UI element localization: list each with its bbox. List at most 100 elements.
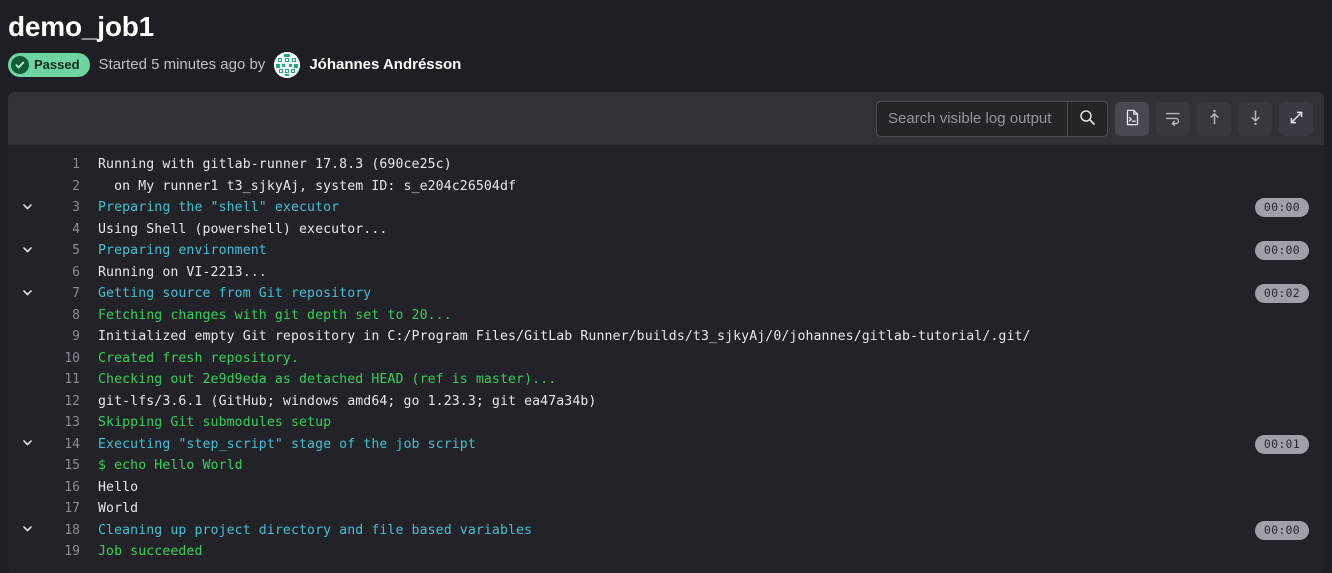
log-line-number[interactable]: 14	[46, 437, 80, 452]
log-line-7: 7 Getting source from Git repository 00:…	[8, 283, 1324, 305]
log-line-number[interactable]: 13	[46, 415, 80, 430]
avatar[interactable]	[274, 52, 301, 78]
log-line-number[interactable]: 4	[46, 222, 80, 237]
log-line-text: Job succeeded	[98, 544, 203, 560]
job-meta-row: Passed Started 5 minutes ago by Jóhannes…	[8, 52, 1332, 78]
log-line-number[interactable]: 16	[46, 480, 80, 495]
section-duration-badge: 00:01	[1254, 434, 1309, 454]
section-collapse-toggle[interactable]	[8, 197, 46, 219]
soft-wrap-button[interactable]	[1156, 101, 1190, 136]
section-collapse-toggle	[8, 348, 46, 370]
section-duration-badge: 00:00	[1254, 241, 1309, 260]
scroll-to-top-button[interactable]	[1197, 101, 1231, 136]
arrow-down-icon	[1247, 109, 1264, 129]
section-duration-badge: 00:00	[1254, 198, 1309, 217]
log-line-number[interactable]: 5	[46, 243, 80, 258]
log-line-text: World	[98, 501, 139, 517]
section-collapse-toggle	[8, 176, 46, 198]
job-user-name[interactable]: Jóhannes Andrésson	[309, 55, 461, 75]
scroll-to-bottom-button[interactable]	[1238, 101, 1272, 136]
log-line-19: 19 Job succeeded	[8, 541, 1324, 563]
log-line-number[interactable]: 1	[46, 157, 80, 172]
log-line-text: Cleaning up project directory and file b…	[98, 522, 533, 538]
log-line-text: Hello	[98, 479, 139, 495]
log-line-number[interactable]: 6	[46, 265, 80, 280]
log-line-text: Created fresh repository.	[98, 350, 299, 366]
log-line-4: 4 Using Shell (powershell) executor...	[8, 219, 1324, 241]
log-line-11: 11 Checking out 2e9d9eda as detached HEA…	[8, 369, 1324, 391]
chevron-down-icon	[21, 200, 34, 216]
expand-arrows-icon	[1288, 109, 1305, 129]
log-line-6: 6 Running on VI-2213...	[8, 262, 1324, 284]
section-collapse-toggle	[8, 326, 46, 348]
log-line-number[interactable]: 8	[46, 308, 80, 323]
log-line-number[interactable]: 19	[46, 544, 80, 559]
arrow-up-icon	[1206, 109, 1223, 129]
log-line-number[interactable]: 15	[46, 458, 80, 473]
log-line-number[interactable]: 11	[46, 372, 80, 387]
search-icon	[1079, 109, 1096, 129]
section-collapse-toggle[interactable]	[8, 240, 46, 262]
log-line-9: 9 Initialized empty Git repository in C:…	[8, 326, 1324, 348]
log-line-15: 15 $ echo Hello World	[8, 455, 1324, 477]
log-line-number[interactable]: 12	[46, 394, 80, 409]
chevron-down-icon	[21, 243, 34, 259]
section-collapse-toggle	[8, 305, 46, 327]
log-line-text: Preparing the "shell" executor	[98, 200, 340, 216]
log-line-number[interactable]: 17	[46, 501, 80, 516]
log-line-14: 14 Executing "step_script" stage of the …	[8, 434, 1324, 456]
log-line-text: Checking out 2e9d9eda as detached HEAD (…	[98, 372, 557, 388]
search-input[interactable]	[877, 101, 1067, 136]
log-line-number[interactable]: 9	[46, 329, 80, 344]
section-collapse-toggle[interactable]	[8, 283, 46, 305]
soft-wrap-icon	[1164, 108, 1182, 129]
log-line-text: Using Shell (powershell) executor...	[98, 221, 388, 237]
log-line-1: 1 Running with gitlab-runner 17.8.3 (690…	[8, 154, 1324, 176]
log-line-text: git-lfs/3.6.1 (GitHub; windows amd64; go…	[98, 393, 597, 409]
log-line-text: on My runner1 t3_sjkyAj, system ID: s_e2…	[98, 178, 517, 194]
chevron-down-icon	[21, 436, 34, 452]
log-line-text: $ echo Hello World	[98, 458, 243, 474]
section-collapse-toggle	[8, 412, 46, 434]
job-page-header: demo_job1 Passed Started 5 minutes ago b…	[0, 0, 1332, 78]
log-line-number[interactable]: 2	[46, 179, 80, 194]
log-line-16: 16 Hello	[8, 477, 1324, 499]
log-line-17: 17 World	[8, 498, 1324, 520]
raw-log-button[interactable]	[1115, 101, 1149, 136]
job-log-panel: 1 Running with gitlab-runner 17.8.3 (690…	[8, 92, 1324, 573]
status-badge-label: Passed	[34, 57, 80, 72]
log-line-number[interactable]: 10	[46, 351, 80, 366]
log-line-text: Executing "step_script" stage of the job…	[98, 436, 476, 452]
chevron-down-icon	[21, 286, 34, 302]
search-button[interactable]	[1067, 101, 1107, 136]
log-line-2: 2 on My runner1 t3_sjkyAj, system ID: s_…	[8, 176, 1324, 198]
section-collapse-toggle	[8, 498, 46, 520]
full-screen-button[interactable]	[1279, 101, 1313, 136]
log-search-box[interactable]	[876, 100, 1108, 137]
log-line-8: 8 Fetching changes with git depth set to…	[8, 305, 1324, 327]
log-output[interactable]: 1 Running with gitlab-runner 17.8.3 (690…	[8, 145, 1324, 573]
log-line-number[interactable]: 7	[46, 286, 80, 301]
section-collapse-toggle	[8, 391, 46, 413]
log-line-5: 5 Preparing environment 00:00	[8, 240, 1324, 262]
job-started-text: Started 5 minutes ago by	[98, 56, 266, 73]
section-collapse-toggle	[8, 262, 46, 284]
log-line-text: Fetching changes with git depth set to 2…	[98, 307, 452, 323]
file-terminal-icon	[1124, 109, 1141, 129]
log-line-number[interactable]: 18	[46, 523, 80, 538]
log-line-3: 3 Preparing the "shell" executor 00:00	[8, 197, 1324, 219]
log-toolbar	[8, 92, 1324, 145]
log-line-10: 10 Created fresh repository.	[8, 348, 1324, 370]
section-duration-badge: 00:02	[1254, 284, 1309, 303]
log-line-text: Preparing environment	[98, 243, 267, 259]
log-line-text: Initialized empty Git repository in C:/P…	[98, 329, 1031, 345]
log-line-number[interactable]: 3	[46, 200, 80, 215]
section-duration-badge: 00:00	[1254, 520, 1309, 540]
section-collapse-toggle[interactable]	[8, 520, 46, 542]
log-line-18: 18 Cleaning up project directory and fil…	[8, 520, 1324, 542]
log-line-text: Skipping Git submodules setup	[98, 415, 332, 431]
section-collapse-toggle[interactable]	[8, 434, 46, 456]
check-circle-icon	[11, 56, 29, 74]
section-collapse-toggle	[8, 154, 46, 176]
log-line-12: 12 git-lfs/3.6.1 (GitHub; windows amd64;…	[8, 391, 1324, 413]
